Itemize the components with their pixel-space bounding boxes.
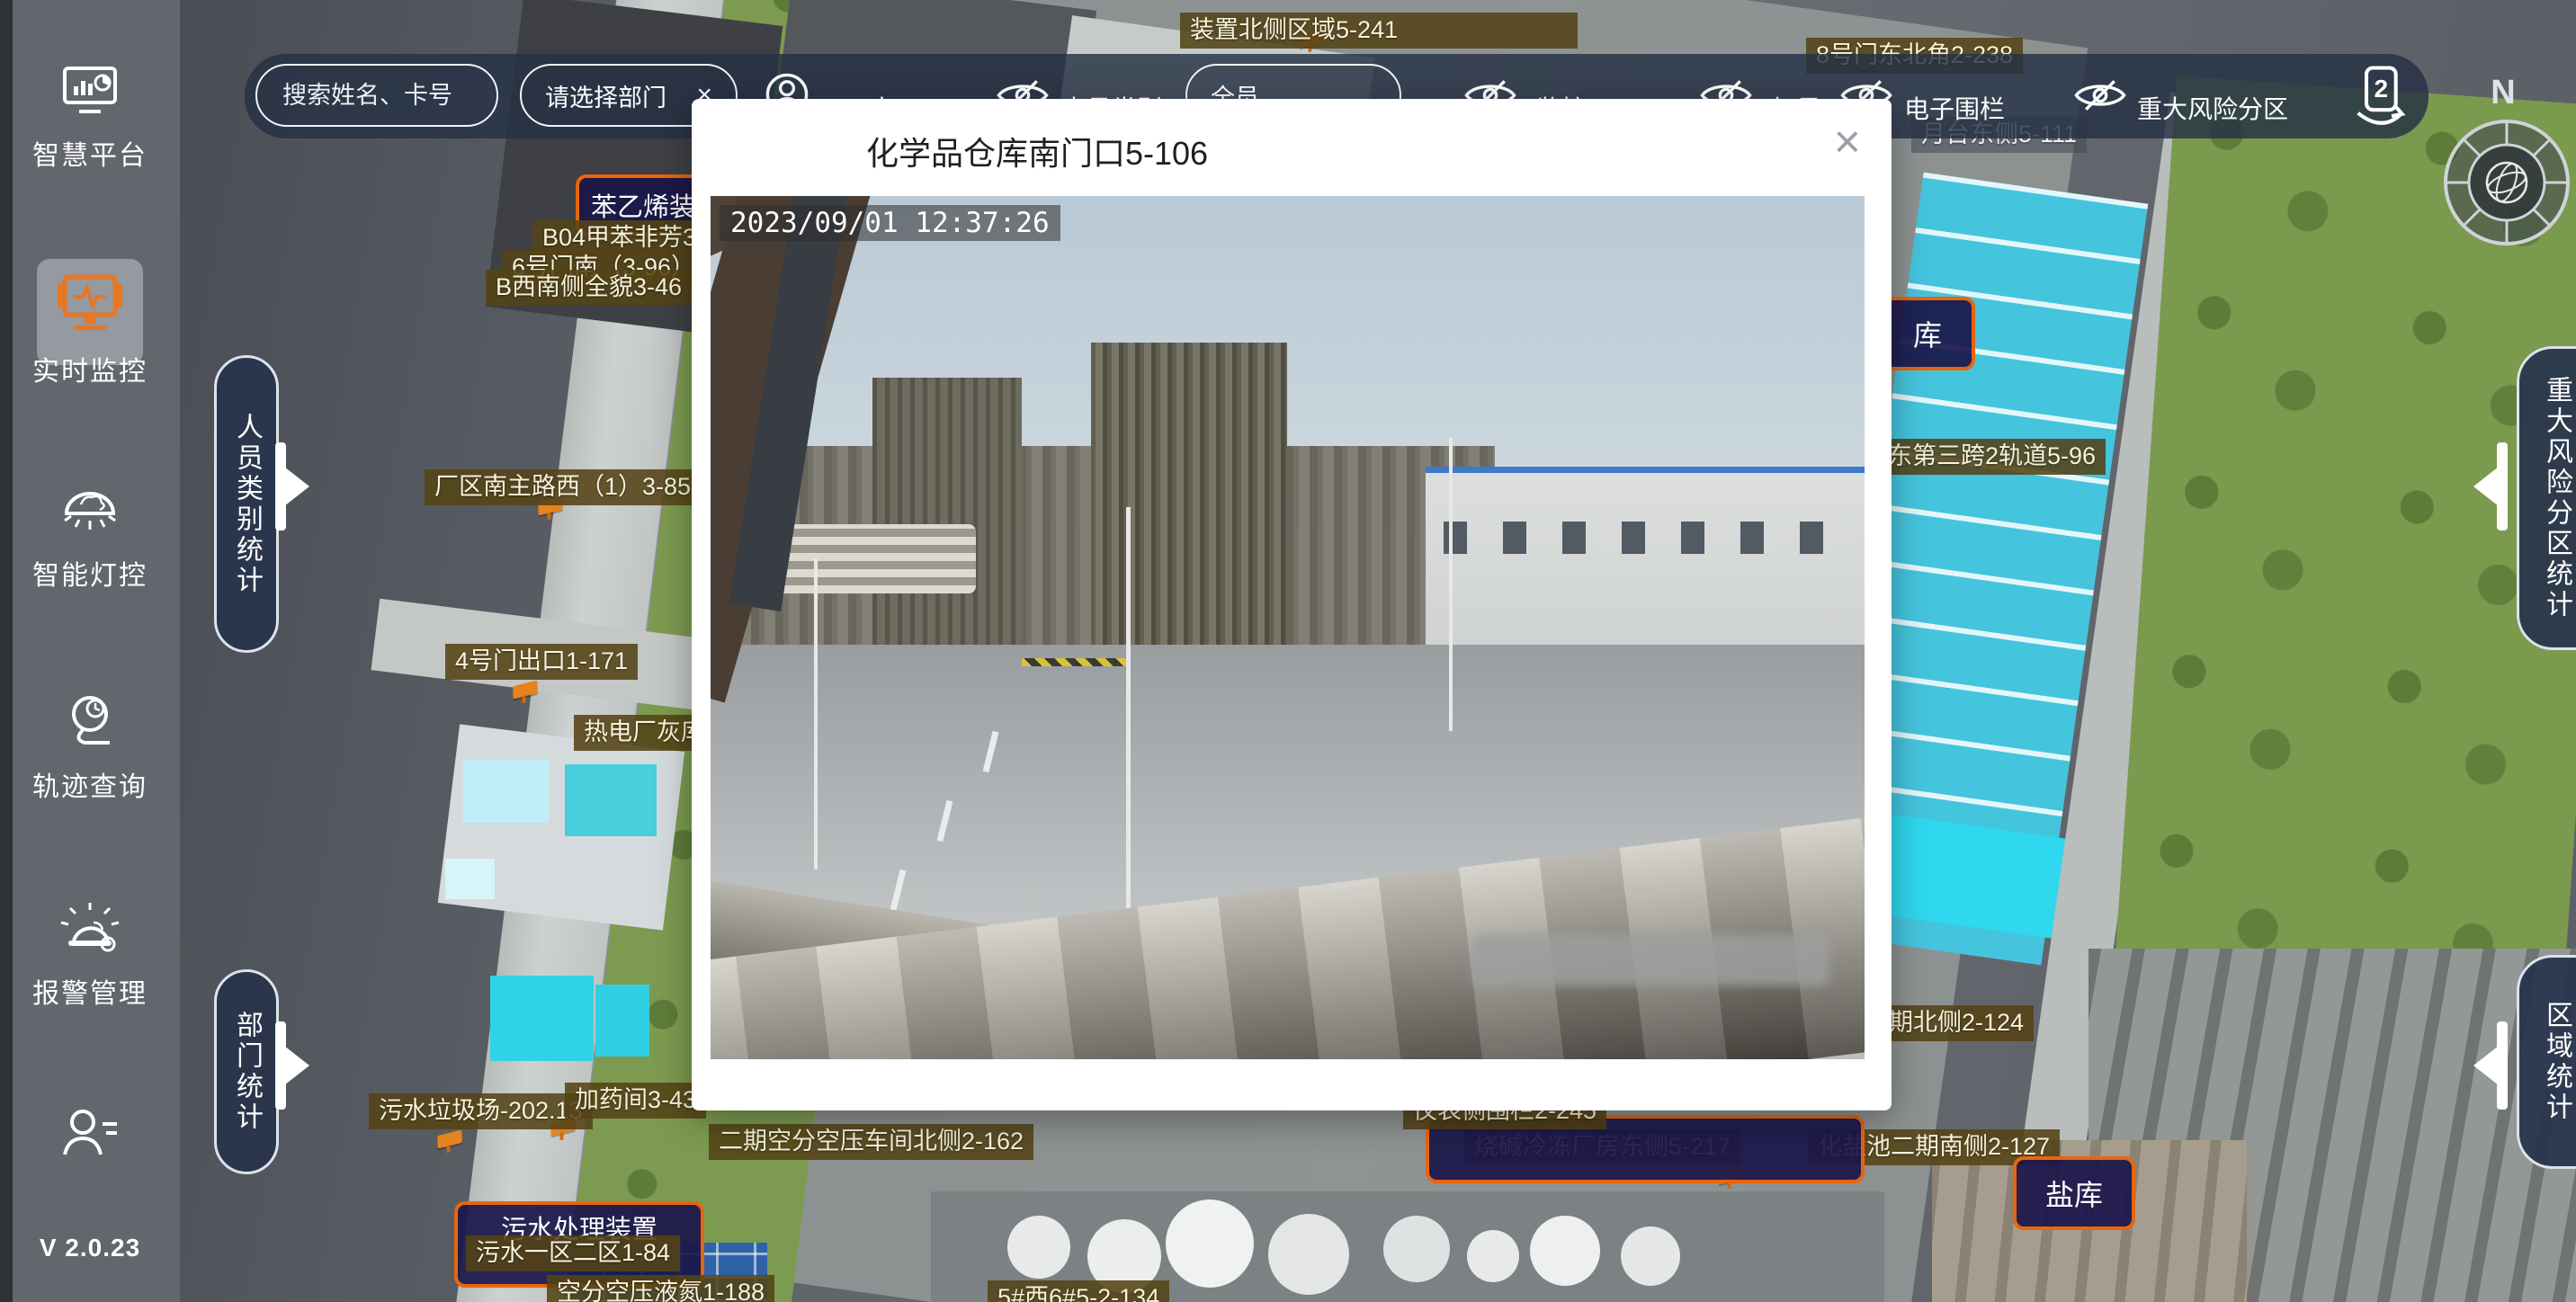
dashboard-monitor-icon [58,63,122,124]
map-pool [463,760,549,823]
sidebar-item-label: 报警管理 [0,971,180,1011]
realtime-monitor-icon [54,270,126,340]
smart-light-icon [56,481,124,544]
camera-video-feed: 2023/09/01 12:37:26 [711,196,1865,1059]
tab-area-stats[interactable]: 区域统计 [2517,955,2576,1169]
sidebar-item-label: 智能灯控 [0,553,180,593]
video-plant-tower [872,378,1023,663]
eye-off-icon[interactable] [2074,77,2126,113]
map-label-b-southwest[interactable]: B西南侧全貌3-46 [486,270,692,306]
svg-text:2: 2 [2375,75,2389,103]
map-pool [490,976,594,1061]
map-area-warehouse[interactable]: 库 [1880,297,1975,370]
sidebar-item-alarm-manage[interactable]: 报警管理 [0,897,180,1011]
map-label-sewage-dump[interactable]: 污水垃圾场-202.13 [369,1093,593,1129]
map-label-air-compressor[interactable]: 二期空分空压车间北侧2-162 [709,1124,1033,1160]
department-placeholder: 请选择部门 [545,78,666,113]
video-watermark-blur [1472,934,1830,986]
video-timestamp: 2023/09/01 12:37:26 [720,205,1060,241]
app-root: 8号门东北角2-238 装置北侧区域5-241 月台东侧5-111 苯乙烯装卸站… [0,0,2576,1302]
map-label-gate4-exit[interactable]: 4号门出口1-171 [445,644,638,680]
video-blue-pipe [1426,467,1865,473]
search-input-pill[interactable] [255,64,498,127]
app-version: V 2.0.23 [0,1234,180,1262]
map-label-sewage-zone[interactable]: 污水一区二区1-84 [466,1235,680,1271]
map-label-bottom-cut[interactable]: 5#西6#5-2-134 [988,1280,1169,1302]
sidebar-item-label: 智慧平台 [0,133,180,173]
video-lamp-pole [1449,438,1453,731]
map-storage-tanks [1007,1216,1070,1279]
camera-icon[interactable] [437,1129,462,1148]
compass-icon[interactable] [2439,115,2574,250]
map-label-liquid-nitrogen[interactable]: 空分空压液氮1-188 [547,1275,774,1302]
video-curb-stripes [1022,658,1125,666]
camera-modal: 化学品仓库南门口5-106 × [692,99,1892,1110]
modal-title: 化学品仓库南门口5-106 [866,128,1208,174]
video-lamp-pole [814,558,818,869]
map-label-area-5-241[interactable]: 装置北侧区域5-241 [1180,13,1578,49]
sidebar: 智慧平台 实时监控 智能灯控 [0,0,180,1302]
sidebar-item-track-query[interactable]: 轨迹查询 [0,691,180,804]
alarm-manage-icon [56,897,124,962]
map-label-south-road[interactable]: 厂区南主路西（1）3-85 [425,469,701,505]
tab-person-category-stats[interactable]: 人员类别统计 [214,355,279,653]
sidebar-item-label: 轨迹查询 [0,764,180,804]
tab-label: 人员类别统计 [227,413,266,596]
tab-risk-zone-stats[interactable]: 重大风险分区统计 [2517,346,2576,650]
map-pool [565,764,657,836]
sidebar-item-realtime-monitor[interactable]: 实时监控 [0,270,180,388]
person-list-icon [56,1104,124,1164]
toggle-fence-label[interactable]: 电子围栏 [1904,90,2005,126]
search-input[interactable] [281,81,473,111]
tab-department-stats[interactable]: 部门统计 [214,969,279,1174]
tab-label: 部门统计 [227,1011,266,1133]
video-plant-tower [1091,343,1287,662]
compass-north-label: N [2463,74,2544,112]
sidebar-item-smart-platform[interactable]: 智慧平台 [0,63,180,173]
map-area-salt-warehouse[interactable]: 盐库 [2013,1156,2135,1230]
close-icon[interactable]: × [1834,119,1861,165]
map-label-dosing-room[interactable]: 加药间3-43 [565,1083,706,1119]
tab-label: 区域统计 [2536,1001,2576,1123]
map-pool [595,985,649,1057]
sidebar-item-smart-light[interactable]: 智能灯控 [0,481,180,593]
map-pool [445,859,495,899]
tab-label: 重大风险分区统计 [2536,376,2576,620]
track-query-icon [56,691,124,755]
video-window-row [1444,522,1847,553]
sidebar-item-user[interactable] [0,1104,180,1164]
sidebar-item-label: 实时监控 [0,349,180,388]
map-label-rail-track[interactable]: 东第三跨2轨道5-96 [1878,439,2106,475]
screen-switch-icon[interactable]: 2 [2349,65,2409,128]
video-lamp-pole [1126,507,1131,922]
toggle-risk-zone-label[interactable]: 重大风险分区 [2137,90,2288,126]
